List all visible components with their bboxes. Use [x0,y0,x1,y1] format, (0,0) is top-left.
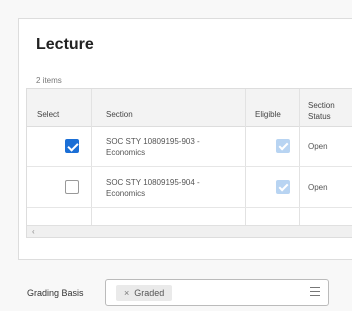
section-status: Open [308,183,328,192]
list-icon[interactable] [310,287,320,297]
grid-header: Select Section Eligible Section Status [27,89,352,127]
grading-basis-label: Grading Basis [27,288,84,298]
pill-label: Graded [134,288,165,298]
section-status: Open [308,142,328,151]
col-section-status: Section Status [308,101,335,121]
col-eligible: Eligible [255,110,281,119]
remove-icon[interactable]: × [124,288,129,298]
select-checkbox[interactable] [65,139,79,153]
select-checkbox[interactable] [65,180,79,194]
scroll-left-icon[interactable]: ‹ [32,227,35,236]
col-section: Section [106,110,133,119]
eligible-check-icon [276,139,290,153]
section-name: SOC STY 10809195-904 - Economics [106,178,200,198]
table-row: SOC STY 10809195-904 - Economics Open [27,168,352,208]
section-name: SOC STY 10809195-903 - Economics [106,137,200,157]
eligible-check-icon [276,180,290,194]
card-title: Lecture [36,36,94,53]
horizontal-scrollbar[interactable]: ‹ [27,225,352,237]
sections-grid: Select Section Eligible Section Status S… [26,88,352,238]
graded-pill: × Graded [116,285,173,301]
col-select: Select [37,110,60,119]
item-count: 2 items [36,76,62,85]
grading-basis-field[interactable]: × Graded [105,279,329,306]
table-row: SOC STY 10809195-903 - Economics Open [27,127,352,167]
